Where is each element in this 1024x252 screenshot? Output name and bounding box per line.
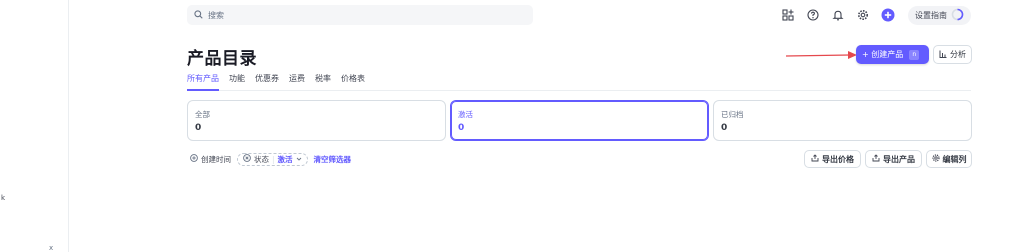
apps-icon[interactable]: [780, 7, 796, 23]
status-card-count: 0: [721, 123, 728, 133]
help-icon[interactable]: [805, 7, 821, 23]
edit-columns-button[interactable]: 编辑列: [926, 150, 972, 168]
export-prices-label: 导出价格: [822, 154, 854, 164]
export-products-button[interactable]: 导出产品: [865, 150, 922, 168]
export-icon: [872, 154, 880, 164]
clear-filters-link[interactable]: 清空筛选器: [314, 154, 352, 165]
filter-divider: |: [272, 154, 275, 164]
status-card-count: 0: [458, 123, 465, 133]
status-card-archived[interactable]: 已归档 0: [713, 100, 972, 141]
tab-price-lists[interactable]: 价格表: [341, 73, 365, 91]
remove-circle-icon[interactable]: [243, 154, 251, 164]
status-card-active[interactable]: 激活 0: [450, 100, 709, 141]
annotation-arrow: [786, 51, 857, 59]
tab-shipping[interactable]: 运费: [289, 73, 305, 91]
filter-created-time[interactable]: 创建时间: [190, 152, 231, 166]
left-panel: k x: [0, 0, 69, 252]
setup-guide-button[interactable]: 设置指南: [908, 6, 971, 25]
gear-icon[interactable]: [855, 7, 871, 23]
status-card-label: 已归档: [721, 110, 744, 119]
setup-guide-label: 设置指南: [915, 11, 947, 20]
bell-icon[interactable]: [830, 7, 846, 23]
create-product-label: + 创建产品: [862, 50, 904, 59]
tab-features[interactable]: 功能: [229, 73, 245, 91]
bar-chart-icon: [939, 50, 947, 60]
sidebar-fragment-text: x: [49, 244, 54, 252]
filter-status-label: 状态: [254, 154, 269, 164]
search-icon: [194, 9, 203, 21]
edit-columns-label: 编辑列: [942, 154, 967, 164]
plus-circle-icon[interactable]: [880, 7, 896, 23]
create-product-button[interactable]: + 创建产品 n: [856, 45, 929, 64]
analysis-button[interactable]: 分析: [933, 45, 972, 64]
tab-coupons[interactable]: 优惠券: [255, 73, 279, 91]
export-prices-button[interactable]: 导出价格: [804, 150, 861, 168]
gear-icon: [931, 154, 940, 164]
filter-bar: 创建时间 状态 | 激活 清空筛选器: [190, 152, 351, 166]
tab-bar: 所有产品 功能 优惠券 运费 税率 价格表: [187, 73, 971, 91]
search-placeholder: 搜索: [208, 10, 224, 20]
sidebar-fragment-text: k: [1, 194, 6, 202]
shortcut-badge: n: [909, 49, 920, 60]
page-title: 产品目录: [187, 49, 257, 69]
filter-created-time-label: 创建时间: [201, 154, 231, 164]
status-card-all[interactable]: 全部 0: [187, 100, 446, 141]
search-input[interactable]: 搜索: [187, 5, 533, 25]
export-products-label: 导出产品: [883, 154, 915, 164]
add-circle-icon: [190, 154, 198, 164]
status-card-label: 全部: [195, 110, 210, 119]
analysis-label: 分析: [950, 50, 966, 59]
header-icons: [780, 6, 905, 24]
chevron-down-icon: [296, 155, 302, 164]
status-card-count: 0: [195, 123, 202, 133]
tab-all-products[interactable]: 所有产品: [187, 73, 219, 91]
status-card-label: 激活: [458, 110, 473, 119]
progress-ring-icon: [951, 8, 964, 23]
filter-status[interactable]: 状态 | 激活: [237, 152, 308, 166]
tab-tax-rates[interactable]: 税率: [315, 73, 331, 91]
export-icon: [811, 154, 819, 164]
filter-status-value: 激活: [277, 154, 293, 164]
